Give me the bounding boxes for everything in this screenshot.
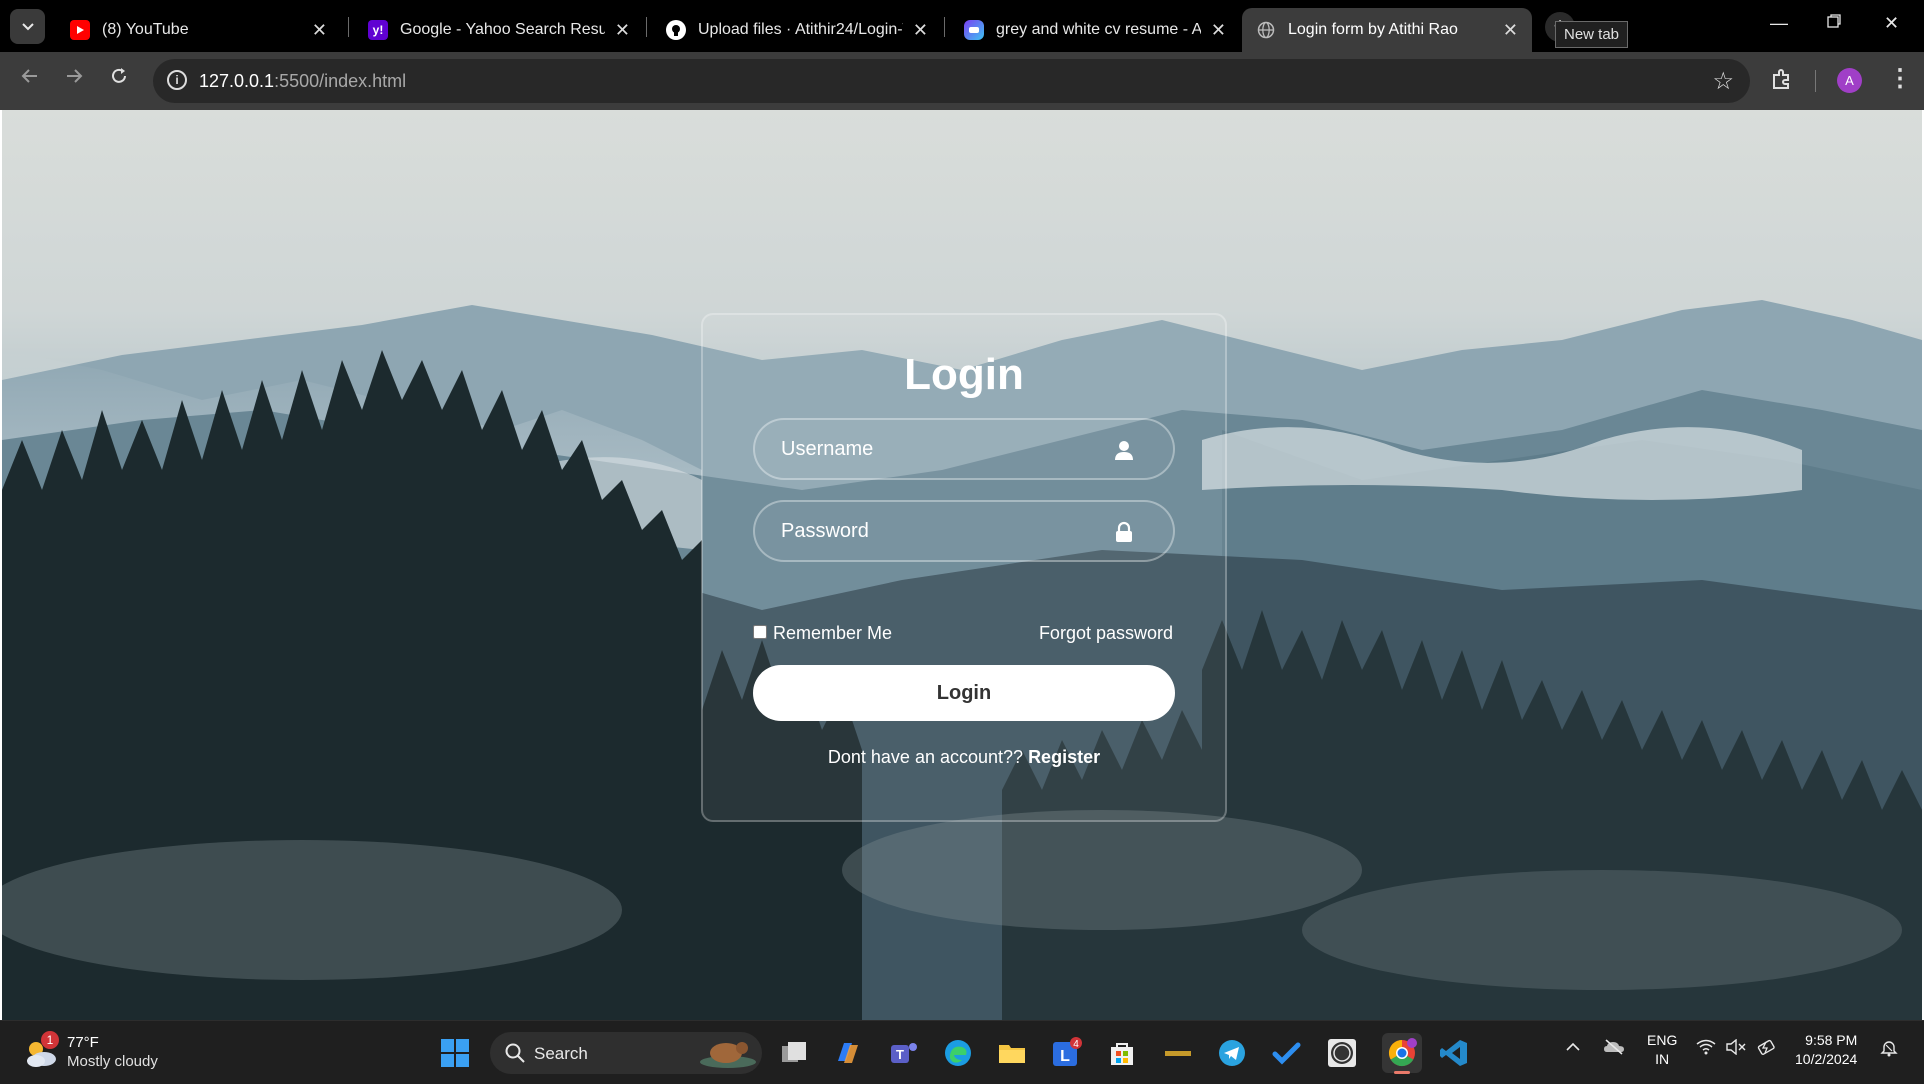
tab-youtube[interactable]: (8) YouTube ✕ bbox=[56, 8, 341, 52]
search-highlight-icon bbox=[700, 1042, 756, 1068]
new-tab-tooltip: New tab bbox=[1555, 21, 1629, 48]
login-title: Login bbox=[904, 350, 1024, 399]
language-indicator[interactable]: ENG IN bbox=[1647, 1031, 1677, 1069]
login-card: Login Remember Me Forgot password Login … bbox=[701, 313, 1227, 822]
user-icon bbox=[1115, 441, 1133, 460]
show-hidden-icons-chevron-icon[interactable] bbox=[1565, 1039, 1581, 1060]
chrome-active-indicator bbox=[1394, 1071, 1410, 1074]
github-icon bbox=[666, 20, 686, 40]
clock-time: 9:58 PM bbox=[1805, 1032, 1858, 1048]
todo-icon[interactable] bbox=[1270, 1037, 1302, 1069]
chrome-icon[interactable] bbox=[1382, 1033, 1422, 1074]
vscode-icon[interactable] bbox=[1438, 1037, 1470, 1069]
edge-icon[interactable] bbox=[942, 1037, 974, 1069]
yahoo-icon: y! bbox=[368, 20, 388, 40]
username-input[interactable] bbox=[755, 420, 1173, 478]
copilot-icon[interactable] bbox=[832, 1037, 864, 1069]
volume-muted-icon[interactable] bbox=[1726, 1038, 1746, 1060]
file-explorer-icon[interactable] bbox=[996, 1037, 1028, 1069]
remember-me[interactable]: Remember Me bbox=[753, 623, 892, 644]
notification-bell-icon[interactable] bbox=[1880, 1039, 1898, 1062]
weather-badge: 1 bbox=[41, 1031, 59, 1049]
menu-kebab-icon[interactable]: ⋮ bbox=[1888, 64, 1912, 93]
onedrive-off-icon[interactable] bbox=[1603, 1039, 1625, 1060]
register-prompt: Dont have an account?? Register bbox=[827, 747, 1101, 767]
site-info-icon[interactable]: i bbox=[167, 70, 187, 90]
close-icon[interactable]: ✕ bbox=[1211, 20, 1226, 41]
search-label: Search bbox=[534, 1044, 588, 1063]
globe-icon bbox=[1256, 20, 1276, 40]
tab-title: grey and white cv resume - A4 - bbox=[996, 21, 1201, 38]
profile-avatar[interactable]: A bbox=[1837, 68, 1862, 93]
wordpress-icon[interactable] bbox=[1326, 1037, 1358, 1069]
close-icon[interactable]: ✕ bbox=[615, 20, 630, 41]
canva-icon bbox=[964, 20, 984, 40]
remember-checkbox[interactable] bbox=[753, 624, 767, 639]
reload-icon[interactable] bbox=[109, 66, 129, 92]
windows-start-icon[interactable] bbox=[440, 1038, 470, 1068]
forward-icon[interactable] bbox=[64, 66, 84, 92]
toolbar-divider bbox=[1815, 70, 1816, 92]
minimize-icon[interactable]: — bbox=[1770, 13, 1788, 34]
microsoft-store-icon[interactable] bbox=[1106, 1037, 1138, 1069]
tab-login-form[interactable]: Login form by Atithi Rao ✕ bbox=[1242, 8, 1532, 52]
url-text[interactable]: 127.0.0.1:5500/index.html bbox=[199, 71, 406, 92]
svg-text:T: T bbox=[896, 1047, 904, 1062]
password-input[interactable] bbox=[755, 502, 1173, 560]
tab-title: Google - Yahoo Search Results bbox=[400, 21, 605, 38]
college-app-icon[interactable] bbox=[1162, 1037, 1194, 1069]
tab-strip: (8) YouTube ✕ y! Google - Yahoo Search R… bbox=[0, 0, 1924, 52]
search-icon bbox=[505, 1043, 525, 1063]
password-field[interactable] bbox=[753, 500, 1175, 562]
remember-label: Remember Me bbox=[773, 623, 893, 643]
clock-date: 10/2/2024 bbox=[1795, 1051, 1858, 1067]
tab-title: Login form by Atithi Rao bbox=[1288, 21, 1458, 38]
browser-toolbar: i 127.0.0.1:5500/index.html ☆ A ⋮ bbox=[0, 52, 1924, 110]
windows-taskbar: 1 77°F Mostly cloudy Search T L 4 ENG IN… bbox=[0, 1020, 1924, 1084]
telegram-icon[interactable] bbox=[1216, 1037, 1248, 1069]
login-button[interactable]: Login bbox=[753, 665, 1175, 721]
chevron-down-icon bbox=[21, 22, 34, 30]
tab-github[interactable]: Upload files · Atithir24/Login-W ✕ bbox=[652, 8, 942, 52]
battery-icon[interactable] bbox=[1756, 1039, 1778, 1060]
close-icon[interactable]: ✕ bbox=[913, 20, 928, 41]
weather-widget[interactable]: 1 77°F Mostly cloudy bbox=[22, 1031, 222, 1075]
tab-search-button[interactable] bbox=[10, 9, 45, 44]
lock-icon bbox=[1116, 521, 1132, 542]
svg-text:L: L bbox=[1060, 1048, 1070, 1065]
wifi-icon[interactable] bbox=[1696, 1039, 1716, 1060]
weather-temp: 77°F bbox=[67, 1034, 99, 1051]
task-view-icon[interactable] bbox=[778, 1037, 810, 1069]
address-bar[interactable]: i 127.0.0.1:5500/index.html ☆ bbox=[153, 59, 1750, 103]
back-icon[interactable] bbox=[20, 66, 40, 92]
weather-condition: Mostly cloudy bbox=[67, 1053, 158, 1070]
bookmark-star-icon[interactable]: ☆ bbox=[1712, 67, 1734, 96]
close-window-icon[interactable]: ✕ bbox=[1884, 13, 1899, 34]
tab-divider bbox=[944, 17, 945, 37]
register-link[interactable]: Register bbox=[1028, 747, 1100, 767]
tab-title: Upload files · Atithir24/Login-W bbox=[698, 21, 903, 38]
linkedin-icon[interactable]: L4 bbox=[1050, 1037, 1082, 1069]
tab-divider bbox=[348, 17, 349, 37]
tab-title: (8) YouTube bbox=[102, 21, 189, 38]
system-clock[interactable]: 9:58 PM 10/2/2024 bbox=[1795, 1031, 1857, 1069]
close-icon[interactable]: ✕ bbox=[312, 20, 327, 41]
tab-divider bbox=[646, 17, 647, 37]
tab-canva[interactable]: grey and white cv resume - A4 - ✕ bbox=[950, 8, 1240, 52]
youtube-icon bbox=[70, 20, 90, 40]
teams-icon[interactable]: T bbox=[888, 1037, 920, 1069]
username-field[interactable] bbox=[753, 418, 1175, 480]
linkedin-badge: 4 bbox=[1073, 1039, 1079, 1050]
restore-icon[interactable] bbox=[1826, 13, 1842, 34]
extensions-icon[interactable] bbox=[1770, 67, 1794, 91]
forgot-password-link[interactable]: Forgot password bbox=[1039, 623, 1173, 644]
page-viewport: Login Remember Me Forgot password Login … bbox=[2, 110, 1922, 1020]
tab-yahoo[interactable]: y! Google - Yahoo Search Results ✕ bbox=[354, 8, 644, 52]
taskbar-search[interactable]: Search bbox=[490, 1032, 762, 1074]
close-icon[interactable]: ✕ bbox=[1503, 20, 1518, 41]
